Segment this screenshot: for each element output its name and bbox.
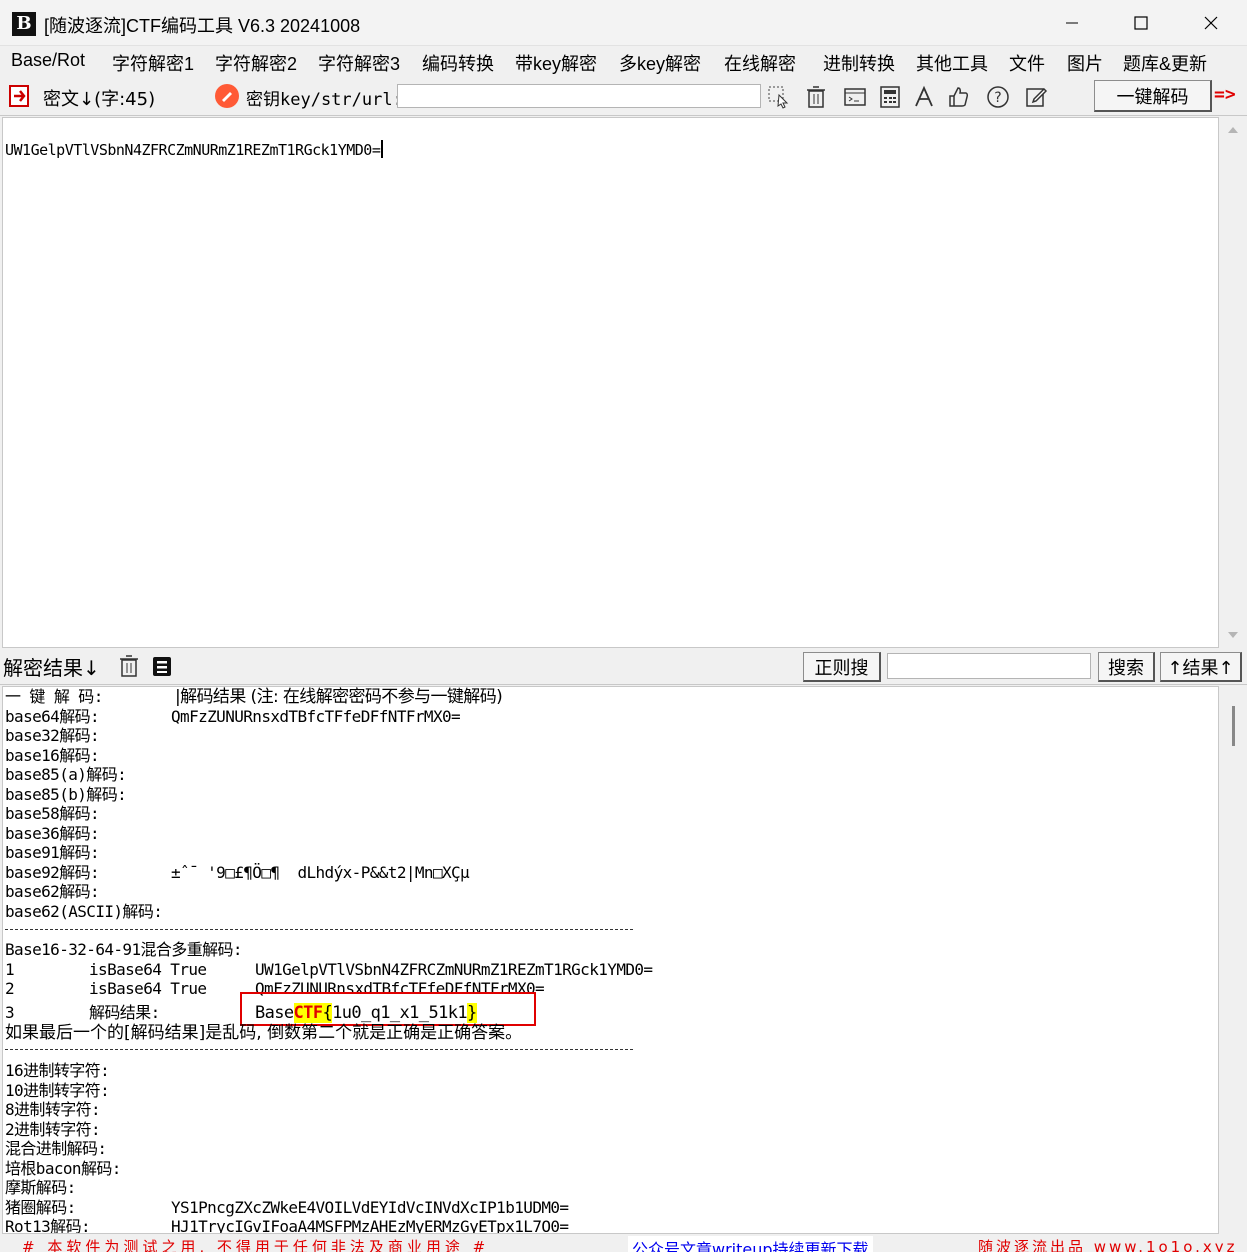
help-icon[interactable]: ? (985, 84, 1011, 110)
author-credit[interactable]: 随波逐流出品 www.1o1o.xyz (978, 1236, 1238, 1252)
other-row-label: 猪圈解码: (5, 1198, 76, 1217)
mix-row-number-3: 3 (5, 1003, 15, 1022)
regex-search-button[interactable]: 正则搜 (803, 652, 881, 682)
clear-result-icon[interactable] (117, 654, 141, 683)
result-nav-button[interactable]: ↑结果↑ (1160, 652, 1242, 682)
result-row-value: QmFzZUNURnsxdTBfcTFfeDFfNTFrMX0= (171, 707, 461, 726)
final-result-label: 解码结果: (89, 1003, 160, 1022)
minimize-icon (1066, 22, 1078, 24)
thumbs-up-icon[interactable] (946, 84, 972, 110)
scroll-arrows-icon (1228, 127, 1238, 638)
trash-icon[interactable] (803, 84, 829, 110)
cipher-textarea[interactable]: UW1GelpVTlVSbnN4ZFRCZmNURmZ1REZmT1RGck1Y… (2, 117, 1219, 648)
status-bar: # 本软件为测试之用, 不得用于任何非法及商业用途 # 公众号文章writeup… (0, 1236, 1247, 1252)
mix-row-number: 2 (5, 979, 15, 998)
one-click-decode-button[interactable]: 一键解码 (1094, 80, 1212, 112)
menu-char-decrypt-2[interactable]: 字符解密2 (215, 50, 297, 76)
result-header-right: |解码结果 (注: 在线解密密码不参与一键解码) (175, 687, 503, 707)
cipher-icon[interactable] (8, 84, 32, 113)
menu-multikey-decrypt[interactable]: 多key解密 (619, 50, 701, 76)
separator-line (5, 1049, 633, 1050)
menu-file[interactable]: 文件 (1009, 50, 1045, 76)
result-row-label: base91解码: (5, 843, 100, 862)
menu-other-tools[interactable]: 其他工具 (916, 50, 988, 76)
menu-question-bank-update[interactable]: 题库&更新 (1123, 50, 1207, 76)
result-row-value: ±ˆ¯ '9□£¶Ö□¶ dLhdýx-P&&t2|Mn□XÇµ (171, 863, 470, 882)
menu-char-decrypt-3[interactable]: 字符解密3 (318, 50, 400, 76)
writeup-link[interactable]: 公众号文章writeup持续更新下载 (628, 1236, 873, 1252)
other-row-label: Rot13解码: (5, 1217, 91, 1234)
decode-note: 如果最后一个的[解码结果]是乱码, 倒数第二个就是正确是正确答案。 (5, 1023, 523, 1043)
key-label: 密钥key/str/url: (246, 90, 403, 110)
menu-base-rot[interactable]: Base/Rot (11, 50, 85, 71)
result-scrollbar[interactable] (1220, 686, 1246, 1234)
toolbar: 密文↓(字:45) 密钥key/str/url: ? 一键解码 => (0, 78, 1247, 116)
cipher-scrollbar[interactable] (1220, 117, 1246, 648)
other-row-value: HJ1TrycIGvIFoaA4MSFPMzAHEzMyERMzGyETpx1L… (171, 1217, 569, 1234)
font-icon[interactable] (911, 84, 937, 110)
result-header-bar: 解密结果↓ 正则搜 搜索 ↑结果↑ (0, 649, 1247, 685)
result-header-left: 一 键 解 码: (5, 687, 103, 706)
result-row-label: base92解码: (5, 863, 100, 882)
result-row-label: base62(ASCII)解码: (5, 902, 163, 921)
cipher-label: 密文↓(字:45) (43, 89, 156, 110)
edit-icon[interactable] (1023, 84, 1049, 110)
maximize-button[interactable] (1106, 0, 1176, 46)
result-row-label: base62解码: (5, 882, 100, 901)
other-row-value: YS1PncgZXcZWkeE4VOILVdEYIdVcINVdXcIP1b1U… (171, 1198, 569, 1217)
other-row-label: 8进制转字符: (5, 1100, 101, 1119)
result-row-label: base36解码: (5, 824, 100, 843)
separator-line (5, 929, 633, 930)
result-row-label: base64解码: (5, 707, 100, 726)
key-icon[interactable] (214, 83, 240, 114)
scroll-thumb[interactable] (1232, 706, 1235, 746)
menu-base-convert[interactable]: 进制转换 (823, 50, 895, 76)
menu-image[interactable]: 图片 (1067, 50, 1103, 76)
other-row-label: 2进制转字符: (5, 1120, 101, 1139)
text-caret (381, 140, 384, 158)
mix-decode-title: Base16-32-64-91混合多重解码: (5, 940, 243, 959)
result-row-label: base85(b)解码: (5, 785, 127, 804)
search-button[interactable]: 搜索 (1098, 652, 1155, 682)
calculator-icon[interactable] (877, 84, 903, 110)
maximize-icon (1134, 16, 1148, 30)
key-input[interactable] (397, 84, 761, 108)
disclaimer-text: # 本软件为测试之用, 不得用于任何非法及商业用途 # (22, 1238, 490, 1252)
mix-row-type: isBase64 True (89, 979, 207, 998)
close-button[interactable] (1176, 0, 1246, 46)
select-cursor-icon[interactable] (766, 84, 792, 110)
other-row-label: 摩斯解码: (5, 1178, 76, 1197)
menu-char-decrypt-1[interactable]: 字符解密1 (112, 50, 194, 76)
result-row-label: base16解码: (5, 746, 100, 765)
result-row-label: base85(a)解码: (5, 765, 127, 784)
menu-online-decrypt[interactable]: 在线解密 (724, 50, 796, 76)
result-textarea[interactable]: 一 键 解 码: |解码结果 (注: 在线解密密码不参与一键解码) base64… (2, 686, 1219, 1234)
other-row-label: 16进制转字符: (5, 1061, 110, 1080)
app-logo-icon: B (12, 12, 36, 36)
mix-row-type: isBase64 True (89, 960, 207, 979)
menu-bar: Base/Rot 字符解密1 字符解密2 字符解密3 编码转换 带key解密 多… (0, 46, 1247, 78)
window-title: [随波逐流]CTF编码工具 V6.3 20241008 (44, 16, 361, 36)
svg-text:?: ? (994, 90, 1001, 106)
menu-key-decrypt[interactable]: 带key解密 (515, 50, 597, 76)
menu-encoding-convert[interactable]: 编码转换 (422, 50, 494, 76)
other-row-label: 培根bacon解码: (5, 1159, 121, 1178)
result-row-label: base32解码: (5, 726, 100, 745)
cipher-text: UW1GelpVTlVSbnN4ZFRCZmNURmZ1REZmT1RGck1Y… (5, 140, 384, 159)
flag-highlight-box (240, 992, 536, 1026)
copy-result-icon[interactable] (150, 654, 174, 683)
terminal-icon[interactable] (842, 84, 868, 110)
mix-row-value: UW1GelpVTlVSbnN4ZFRCZmNURmZ1REZmT1RGck1Y… (255, 960, 653, 979)
cipher-value: UW1GelpVTlVSbnN4ZFRCZmNURmZ1REZmT1RGck1Y… (5, 141, 381, 159)
title-bar: B [随波逐流]CTF编码工具 V6.3 20241008 (0, 0, 1247, 46)
result-label: 解密结果↓ (3, 656, 100, 680)
search-input[interactable] (887, 653, 1091, 679)
minimize-button[interactable] (1037, 0, 1107, 46)
close-icon (1204, 16, 1218, 30)
go-arrow-icon: => (1214, 84, 1236, 105)
other-row-label: 混合进制解码: (5, 1139, 107, 1158)
other-row-label: 10进制转字符: (5, 1081, 110, 1100)
result-row-label: base58解码: (5, 804, 100, 823)
mix-row-number: 1 (5, 960, 15, 979)
